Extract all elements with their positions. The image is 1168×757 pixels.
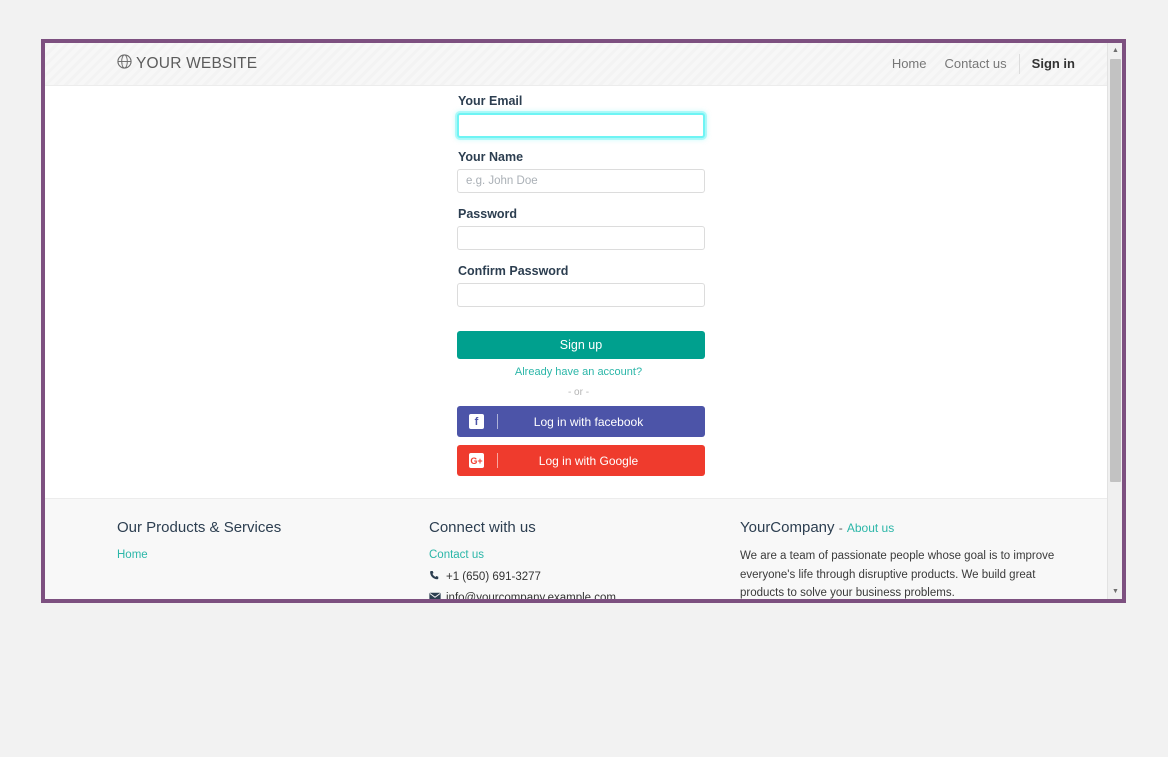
nav-item-home[interactable]: Home [883, 54, 936, 74]
footer-heading-company: YourCompany - About us [740, 519, 1056, 536]
vertical-scrollbar[interactable]: ▲ ▼ [1107, 43, 1122, 599]
footer-column-products: Our Products & Services Home [117, 519, 429, 599]
globe-icon [117, 54, 132, 74]
facebook-button-label: Log in with facebook [533, 414, 644, 429]
footer-heading-products: Our Products & Services [117, 519, 282, 536]
footer-column-about: YourCompany - About us We are a team of … [740, 519, 1070, 599]
already-have-account-link[interactable]: Already have an account? [457, 366, 700, 378]
label-your-name: Your Name [458, 150, 524, 164]
footer-email-row: info@yourcompany.example.com [429, 591, 726, 599]
input-confirm-password[interactable] [457, 283, 705, 307]
company-name: YourCompany [740, 519, 835, 536]
facebook-icon: f [469, 414, 484, 429]
footer-phone-row: +1 (650) 691-3277 [429, 570, 726, 584]
site-logo[interactable]: YOUR WEBSITE [117, 54, 257, 74]
browser-viewport-frame: YOUR WEBSITE Home Contact us Sign in You… [41, 39, 1126, 603]
site-header: YOUR WEBSITE Home Contact us Sign in [45, 43, 1107, 86]
footer-phone-number: +1 (650) 691-3277 [446, 571, 541, 583]
signup-form: Your Email Your Name Password Confirm Pa… [452, 94, 705, 476]
phone-icon [429, 570, 442, 584]
site-logo-text: YOUR WEBSITE [136, 55, 258, 72]
label-password: Password [458, 207, 518, 221]
input-your-name[interactable] [457, 169, 705, 193]
footer-link-contact-us[interactable]: Contact us [429, 549, 484, 561]
google-plus-icon: G+ [469, 453, 484, 468]
scrollbar-thumb[interactable] [1110, 59, 1121, 482]
field-password: Password [457, 207, 705, 250]
scrollbar-down-arrow[interactable]: ▼ [1108, 584, 1122, 599]
google-button-label: Log in with Google [538, 453, 639, 468]
main-navigation: Home Contact us Sign in [883, 54, 1075, 74]
footer-email-address: info@yourcompany.example.com [446, 592, 616, 599]
field-your-name: Your Name [457, 150, 705, 193]
footer-heading-connect: Connect with us [429, 519, 536, 536]
input-password[interactable] [457, 226, 705, 250]
footer-link-about-us[interactable]: About us [847, 521, 894, 535]
envelope-icon [429, 591, 442, 599]
scrollbar-up-arrow[interactable]: ▲ [1108, 43, 1122, 58]
label-confirm-password: Confirm Password [458, 264, 569, 278]
login-with-google-button[interactable]: G+ Log in with Google [457, 445, 705, 476]
footer-column-connect: Connect with us Contact us +1 (650) 691-… [429, 519, 740, 599]
page-viewport: YOUR WEBSITE Home Contact us Sign in You… [45, 43, 1107, 599]
label-your-email: Your Email [458, 94, 523, 108]
nav-item-sign-in[interactable]: Sign in [1023, 54, 1075, 74]
or-divider: - or - [567, 387, 590, 398]
sign-up-button[interactable]: Sign up [457, 331, 705, 359]
site-footer: Our Products & Services Home Connect wit… [45, 498, 1107, 599]
field-confirm-password: Confirm Password [457, 264, 705, 307]
footer-link-home[interactable]: Home [117, 549, 148, 561]
nav-separator [1018, 54, 1020, 74]
login-with-facebook-button[interactable]: f Log in with facebook [457, 406, 705, 437]
field-your-email: Your Email [457, 94, 705, 138]
company-description: We are a team of passionate people whose… [740, 550, 1055, 599]
input-your-email[interactable] [457, 113, 705, 138]
footer-separator: - [838, 521, 843, 535]
nav-item-contact-us[interactable]: Contact us [936, 54, 1016, 74]
main-content: Your Email Your Name Password Confirm Pa… [45, 86, 1107, 498]
